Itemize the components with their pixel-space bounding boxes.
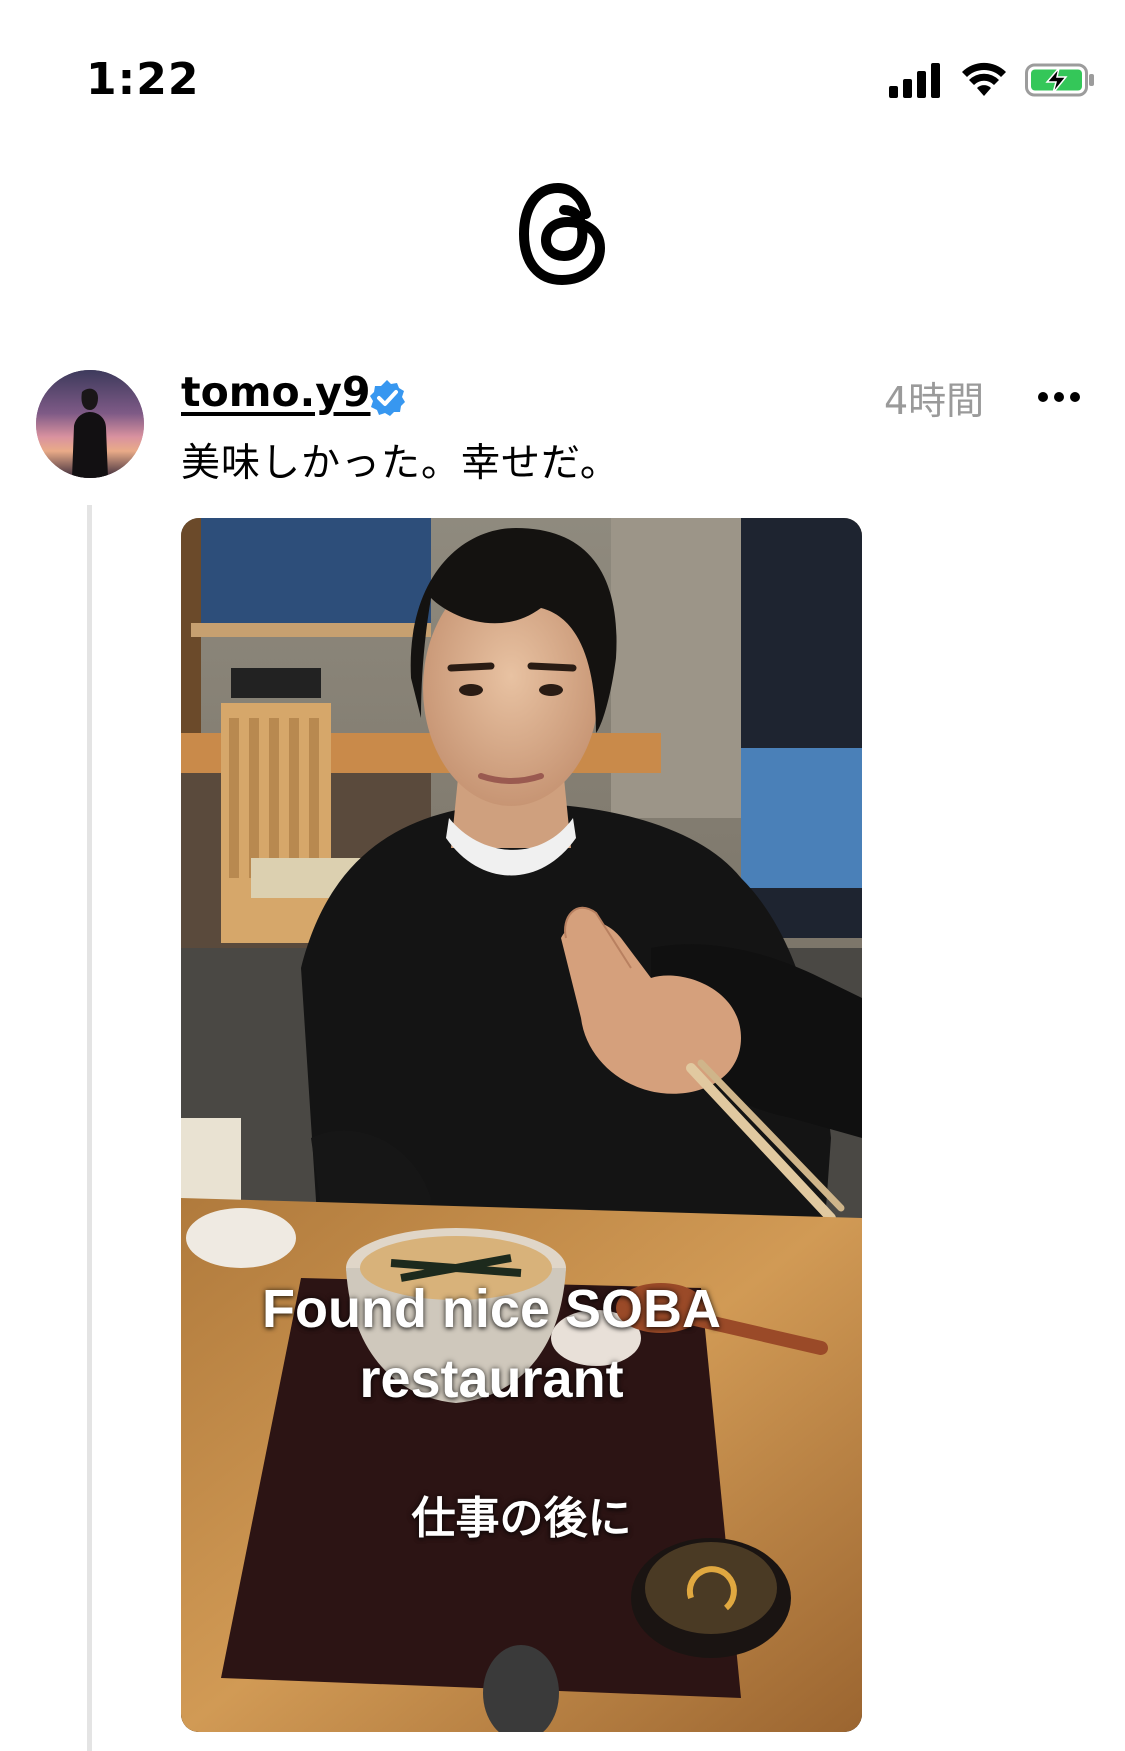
media-caption-line-2: restaurant bbox=[359, 1349, 624, 1409]
avatar[interactable] bbox=[36, 370, 144, 478]
username-link[interactable]: tomo.y9 bbox=[181, 368, 371, 416]
media-caption-line-1: Found nice SOBA bbox=[262, 1279, 721, 1339]
post-header: tomo.y9 4時間 bbox=[181, 368, 1091, 428]
post-timestamp: 4時間 bbox=[884, 379, 985, 423]
status-bar: 1:22 bbox=[0, 0, 1125, 150]
media-caption-line-3: 仕事の後に bbox=[411, 1494, 632, 1543]
cellular-signal-icon bbox=[889, 63, 940, 98]
app-header bbox=[0, 150, 1125, 310]
media-scene-image bbox=[181, 518, 862, 1732]
status-time: 1:22 bbox=[86, 54, 200, 105]
battery-charging-icon bbox=[1025, 63, 1094, 97]
more-options-icon[interactable] bbox=[1037, 390, 1081, 404]
thread-line bbox=[87, 505, 92, 1751]
post-media-video[interactable]: Found nice SOBA restaurant 仕事の後に bbox=[181, 518, 862, 1732]
post: tomo.y9 4時間 美味しかった。幸せだ。 Found nice SOBA … bbox=[0, 360, 1125, 1751]
verified-badge-icon bbox=[370, 380, 405, 416]
threads-logo-icon[interactable] bbox=[516, 180, 608, 288]
avatar-image bbox=[36, 370, 144, 478]
wifi-icon bbox=[962, 62, 1006, 96]
post-text: 美味しかった。幸せだ。 bbox=[181, 441, 620, 486]
status-icons bbox=[889, 60, 1095, 100]
